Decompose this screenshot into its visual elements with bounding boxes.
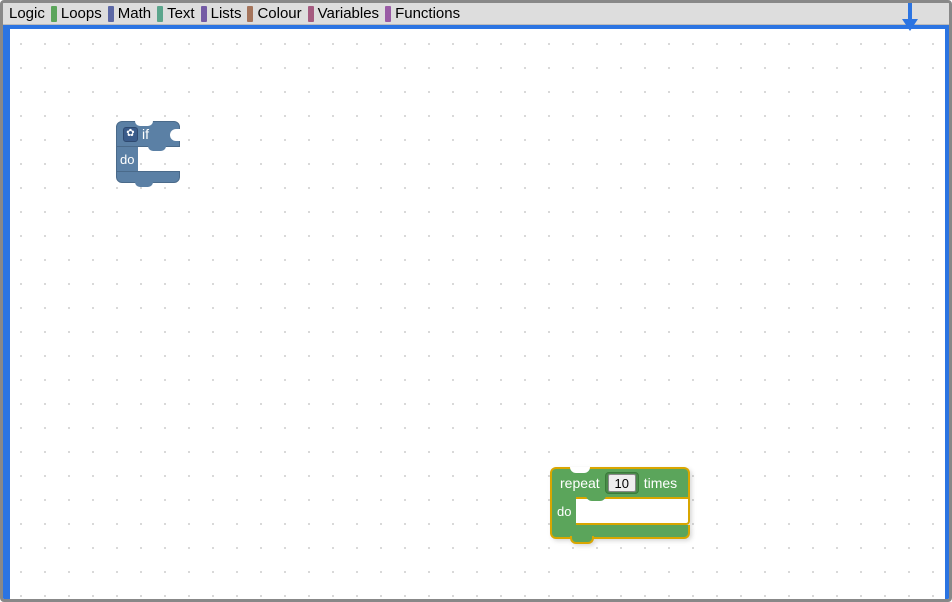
category-swatch — [308, 6, 314, 22]
category-variables[interactable]: Variables — [308, 5, 379, 22]
repeat-block-footer — [550, 525, 690, 539]
gear-icon[interactable]: ✿ — [123, 127, 138, 142]
category-swatch — [51, 6, 57, 22]
do-label: do — [557, 504, 571, 519]
category-label: Logic — [9, 5, 45, 22]
category-label: Math — [118, 5, 151, 22]
category-swatch — [247, 6, 253, 22]
workspace[interactable]: ✿ if do repeat 10 times do — [10, 29, 945, 599]
repeat-block-header: repeat 10 times — [550, 467, 690, 497]
category-swatch — [157, 6, 163, 22]
category-loops[interactable]: Loops — [51, 5, 102, 22]
category-text[interactable]: Text — [157, 5, 195, 22]
repeat-count-input[interactable]: 10 — [608, 474, 636, 492]
category-colour[interactable]: Colour — [247, 5, 301, 22]
repeat-count-slot: 10 — [605, 472, 639, 494]
category-label: Variables — [318, 5, 379, 22]
category-lists[interactable]: Lists — [201, 5, 242, 22]
category-functions[interactable]: Functions — [385, 5, 460, 22]
statement-notch — [148, 146, 166, 151]
category-label: Lists — [211, 5, 242, 22]
if-do-row: do — [116, 147, 138, 171]
category-label: Text — [167, 5, 195, 22]
repeat-label: repeat — [560, 475, 600, 491]
workspace-grid — [10, 29, 945, 599]
category-swatch — [385, 6, 391, 22]
times-label: times — [644, 475, 677, 491]
repeat-do-row: do — [550, 497, 576, 525]
statement-notch — [586, 495, 606, 501]
blockly-app: Logic Loops Math Text Lists Colour Varia… — [0, 0, 952, 602]
if-block[interactable]: ✿ if do — [116, 121, 190, 185]
toolbox-toolbar: Logic Loops Math Text Lists Colour Varia… — [3, 3, 949, 25]
category-label: Loops — [61, 5, 102, 22]
category-swatch — [108, 6, 114, 22]
category-label: Functions — [395, 5, 460, 22]
if-block-footer — [116, 171, 180, 183]
category-swatch — [201, 6, 207, 22]
do-label: do — [120, 152, 134, 167]
category-math[interactable]: Math — [108, 5, 151, 22]
category-label: Colour — [257, 5, 301, 22]
if-block-header: ✿ if — [116, 121, 180, 147]
if-label: if — [142, 126, 149, 142]
category-logic[interactable]: Logic — [9, 5, 45, 22]
repeat-statement-area[interactable] — [576, 497, 690, 525]
repeat-block[interactable]: repeat 10 times do — [550, 467, 700, 539]
